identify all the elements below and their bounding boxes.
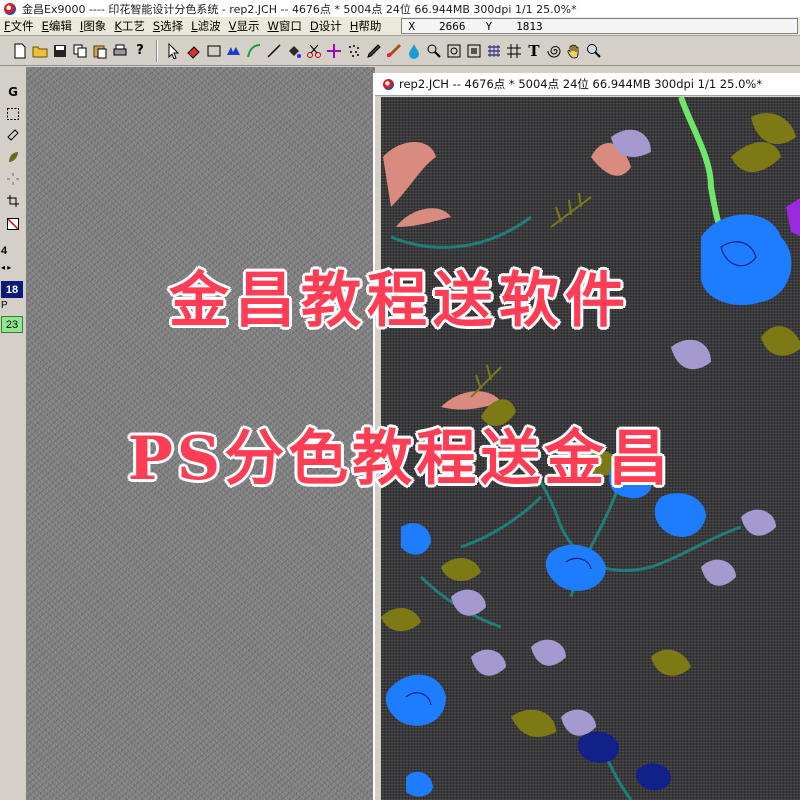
promo-line-2: PS分色教程送金昌: [127, 424, 673, 494]
spiral-icon[interactable]: [544, 40, 564, 62]
dropper-icon[interactable]: [404, 40, 424, 62]
brush-icon[interactable]: [384, 40, 404, 62]
menu-help[interactable]: H帮助: [346, 18, 386, 34]
document-logo-icon: [383, 78, 394, 90]
crop-icon[interactable]: [3, 192, 23, 210]
document-title-bar[interactable]: rep2.JCH -- 4676点 * 5004点 24位 66.944MB 3…: [375, 73, 800, 96]
delete-selection-icon[interactable]: [3, 215, 23, 233]
hand-icon[interactable]: [564, 40, 584, 62]
magnifier-small-icon[interactable]: [424, 40, 444, 62]
paste-icon[interactable]: [90, 40, 110, 62]
coordinate-readout: X 2666 Y 1813: [401, 18, 798, 34]
menu-file[interactable]: F文件: [0, 18, 38, 34]
spray-icon[interactable]: [344, 40, 364, 62]
menu-design[interactable]: D设计: [306, 18, 346, 34]
layer-icon[interactable]: [464, 40, 484, 62]
eraser-icon[interactable]: [184, 40, 204, 62]
bucket-fill-icon[interactable]: [224, 40, 244, 62]
frame-icon[interactable]: [444, 40, 464, 62]
leaf-brush-icon[interactable]: [3, 148, 23, 166]
menu-edit[interactable]: E编辑: [38, 18, 76, 34]
zoom-icon[interactable]: [584, 40, 604, 62]
scissors-icon[interactable]: [304, 40, 324, 62]
fill-icon[interactable]: [284, 40, 304, 62]
window-title: 金昌Ex9000 ---- 印花智能设计分色系统 - rep2.JCH -- 4…: [22, 2, 577, 16]
text-icon[interactable]: T: [524, 40, 544, 62]
pen-icon[interactable]: [364, 40, 384, 62]
menu-image[interactable]: I图象: [76, 18, 110, 34]
document-title: rep2.JCH -- 4676点 * 5004点 24位 66.944MB 3…: [399, 77, 763, 91]
lasso-icon[interactable]: [3, 126, 23, 144]
toolbar-divider: [156, 39, 158, 62]
main-toolbar: ? T: [0, 36, 800, 66]
curve-icon[interactable]: [244, 40, 264, 62]
title-bar: 金昌Ex9000 ---- 印花智能设计分色系统 - rep2.JCH -- 4…: [0, 0, 800, 18]
grid-icon[interactable]: [504, 40, 524, 62]
menu-bar: F文件 E编辑 I图象 K工艺 S选择 L滤波 V显示 W窗口 D设计 H帮助 …: [0, 17, 800, 36]
pointer-icon[interactable]: [164, 40, 184, 62]
pattern-icon[interactable]: [484, 40, 504, 62]
print-icon[interactable]: [110, 40, 130, 62]
y-label: Y: [485, 19, 493, 33]
palette-g-label[interactable]: G: [3, 83, 23, 101]
menu-filter[interactable]: L滤波: [187, 18, 224, 34]
marquee-select-icon[interactable]: [3, 105, 23, 123]
help-icon[interactable]: ?: [130, 40, 150, 62]
copy-icon[interactable]: [70, 40, 90, 62]
open-folder-icon[interactable]: [30, 40, 50, 62]
rectangle-icon[interactable]: [204, 40, 224, 62]
line-icon[interactable]: [264, 40, 284, 62]
menu-select[interactable]: S选择: [149, 18, 187, 34]
app-logo-icon: [4, 2, 16, 15]
move-icon[interactable]: [324, 40, 344, 62]
menu-window[interactable]: W窗口: [263, 18, 305, 34]
menu-view[interactable]: V显示: [225, 18, 264, 34]
new-file-icon[interactable]: [10, 40, 30, 62]
save-icon[interactable]: [50, 40, 70, 62]
x-value: 2666: [438, 19, 466, 33]
menu-process[interactable]: K工艺: [110, 18, 149, 34]
x-label: X: [408, 19, 415, 33]
magic-wand-icon[interactable]: [3, 170, 23, 188]
promo-line-1: 金昌教程送软件: [169, 266, 631, 336]
y-value: 1813: [516, 19, 543, 33]
